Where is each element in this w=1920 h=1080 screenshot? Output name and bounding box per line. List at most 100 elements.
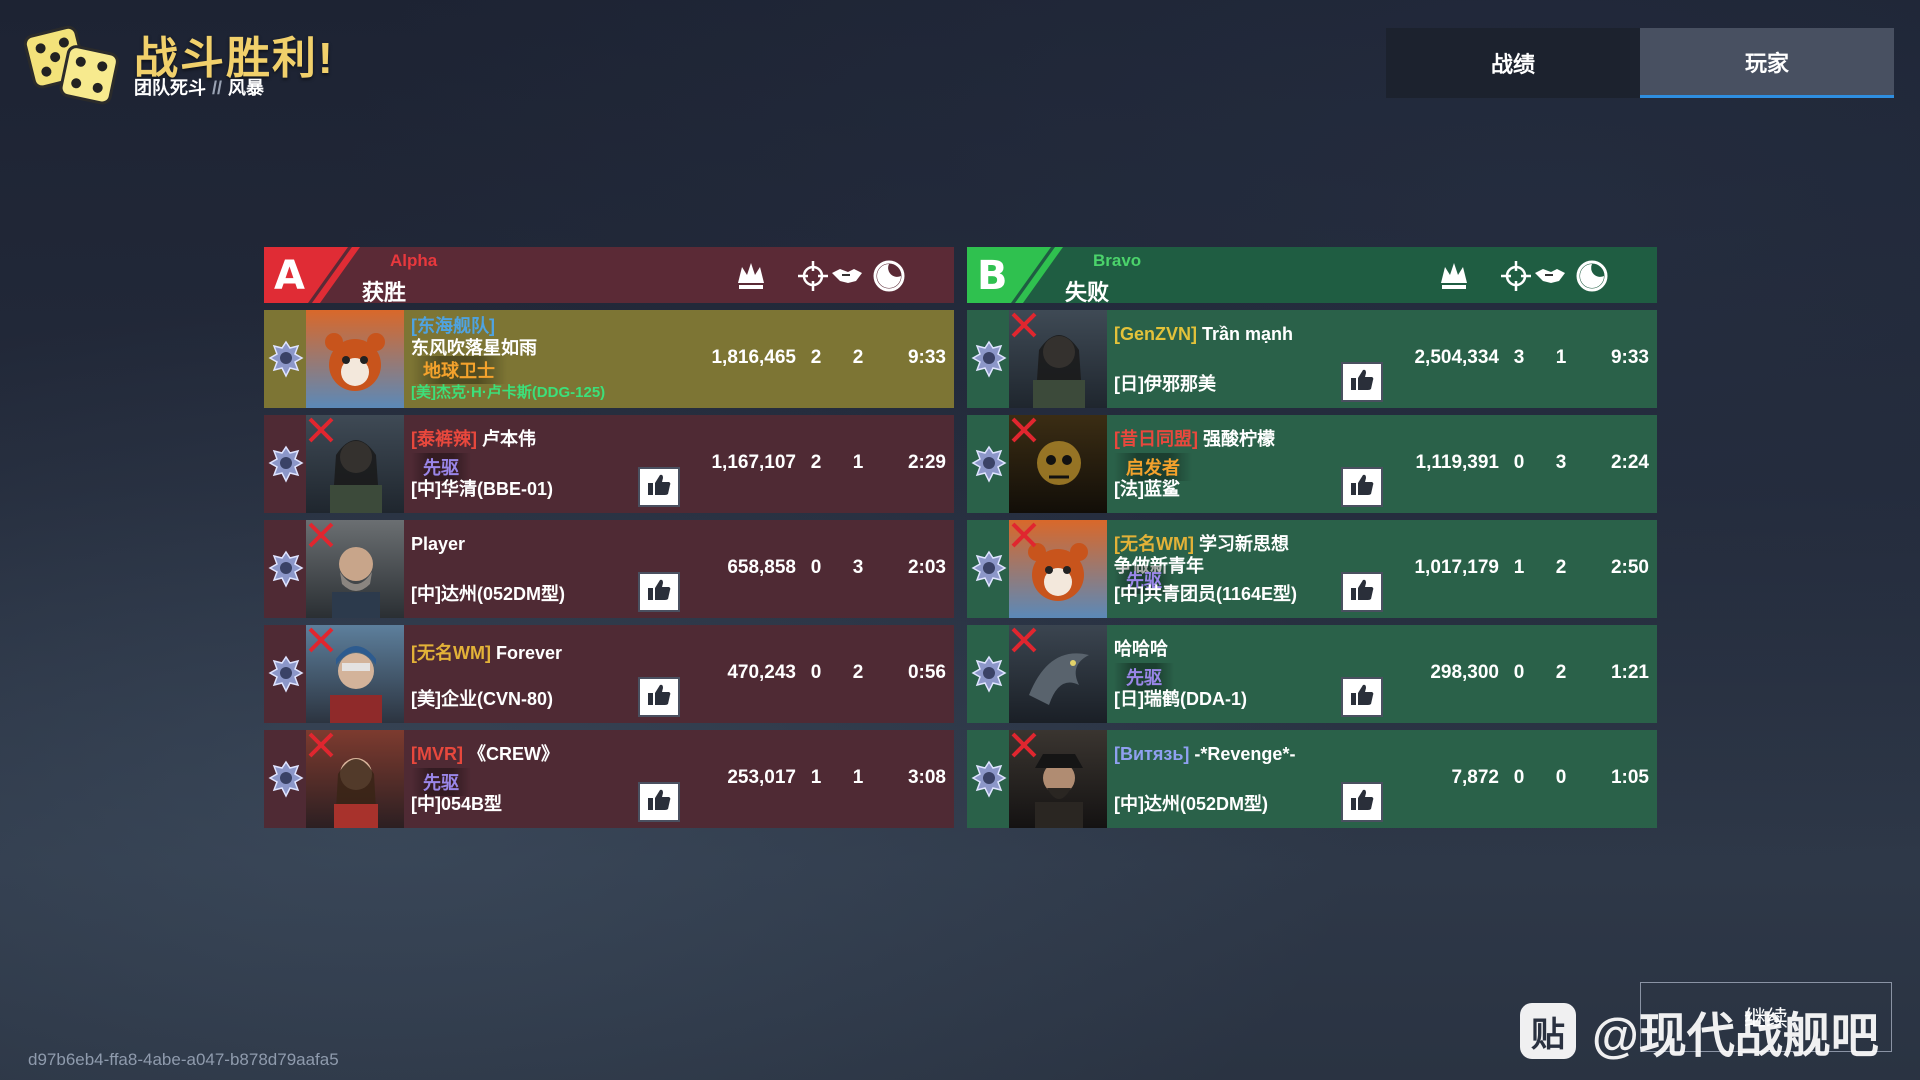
player-name: Player xyxy=(411,534,466,554)
team-alpha-panel: A Alpha 获胜 [东海舰队] 东风吹落星如雨 地球卫士 [美]杰克·H·卢卡斯(… xyxy=(264,247,954,828)
ship-name: [中]达州(052DM型) xyxy=(411,584,566,604)
ship-name: [美]杰克·H·卢卡斯(DDG-125) xyxy=(411,384,606,401)
assists-value: 2 xyxy=(852,662,864,683)
survival-time-value: 3:08 xyxy=(907,767,946,788)
survival-time-value: 9:33 xyxy=(907,347,946,368)
time-icon xyxy=(1575,259,1609,293)
tab-players[interactable]: 玩家 xyxy=(1640,28,1894,98)
stat-icons xyxy=(1427,247,1657,303)
assists-value: 1 xyxy=(852,452,864,473)
thumbs-up-icon xyxy=(1349,367,1375,398)
thumbs-up-icon xyxy=(646,682,672,713)
ship-name: [中]共青团员(1164E型) xyxy=(1114,584,1298,604)
player-stats: 298,300 0 2 1:21 xyxy=(1389,625,1657,723)
player-stats: 658,858 0 3 2:03 xyxy=(686,520,954,618)
destroyed-icon xyxy=(306,520,336,550)
player-name-line: [Витязь] -*Revenge*- xyxy=(1114,744,1295,765)
player-info: [无名WM] Forever [美]企业(CVN-80) xyxy=(404,625,686,723)
game-mode: 团队死斗 xyxy=(134,78,206,98)
player-info: [无名WM] 学习新思想争做新青年先驱[中]共青团员(1164E型) xyxy=(1107,520,1389,618)
player-row: [无名WM] Forever [美]企业(CVN-80) 470,243 0 2 0:56 xyxy=(264,625,954,723)
player-row: [MVR] 《CREW》 先驱 [中]054B型 253,017 1 1 3:08 xyxy=(264,730,954,828)
player-avatar[interactable] xyxy=(1009,415,1107,513)
player-name: Trần mạnh xyxy=(1202,324,1294,344)
player-info: [东海舰队] 东风吹落星如雨 地球卫士 [美]杰克·H·卢卡斯(DDG-125) xyxy=(404,310,686,408)
player-stats: 1,119,391 0 3 2:24 xyxy=(1389,415,1657,513)
kills-value: 2 xyxy=(810,452,822,473)
player-name: 学习新思想 xyxy=(1199,534,1289,554)
player-avatar[interactable] xyxy=(306,415,404,513)
rank-icon xyxy=(967,310,1009,408)
assists-value: 2 xyxy=(852,347,864,368)
player-name: 哈哈哈 xyxy=(1114,639,1168,659)
like-button[interactable] xyxy=(638,677,680,717)
result-tabs: 战绩 玩家 xyxy=(1386,28,1894,98)
team-bravo-header: B Bravo 失败 xyxy=(967,247,1657,305)
like-button[interactable] xyxy=(1341,362,1383,402)
assists-value: 3 xyxy=(1555,452,1567,473)
thumbs-up-icon xyxy=(1349,787,1375,818)
player-name: 《CREW》 xyxy=(468,744,560,764)
rank-icon xyxy=(967,520,1009,618)
clan-tag: [无名WM] xyxy=(411,643,491,663)
player-stats: 470,243 0 2 0:56 xyxy=(686,625,954,723)
player-list: [GenZVN] Trần mạnh [日]伊邪那美 2,504,334 3 1 9:33… xyxy=(967,310,1657,828)
score-value: 1,167,107 xyxy=(711,452,796,473)
assists-icon xyxy=(1533,259,1567,293)
like-button[interactable] xyxy=(1341,677,1383,717)
player-stats: 1,017,179 1 2 2:50 xyxy=(1389,520,1657,618)
rank-icon xyxy=(264,730,306,828)
player-row: Player [中]达州(052DM型) 658,858 0 3 2:03 xyxy=(264,520,954,618)
kills-value: 1 xyxy=(810,767,822,788)
player-avatar[interactable] xyxy=(306,625,404,723)
destroyed-icon xyxy=(306,730,336,760)
player-name: -*Revenge*- xyxy=(1194,744,1296,764)
team-badge-alpha xyxy=(264,247,360,303)
assists-icon xyxy=(830,259,864,293)
player-title-badge: 地球卫士 xyxy=(411,356,507,384)
team-badge-bravo xyxy=(967,247,1063,303)
tieba-icon: 贴 xyxy=(1520,1003,1576,1059)
like-button[interactable] xyxy=(1341,572,1383,612)
survival-time-value: 2:29 xyxy=(907,452,946,473)
destroyed-icon xyxy=(1009,520,1039,550)
ship-name: [法]蓝鲨 xyxy=(1114,479,1180,499)
rank-icon xyxy=(264,415,306,513)
player-avatar[interactable] xyxy=(306,310,404,408)
kills-value: 3 xyxy=(1513,347,1525,368)
thumbs-up-icon xyxy=(646,577,672,608)
like-button[interactable] xyxy=(1341,782,1383,822)
score-value: 1,816,465 xyxy=(711,347,796,368)
player-avatar[interactable] xyxy=(1009,520,1107,618)
player-avatar[interactable] xyxy=(306,730,404,828)
player-name-line: [GenZVN] Trần mạnh xyxy=(1114,324,1293,345)
player-row: [无名WM] 学习新思想争做新青年先驱[中]共青团员(1164E型)1,017,… xyxy=(967,520,1657,618)
dice-logo-icon xyxy=(24,25,119,105)
player-row: [东海舰队] 东风吹落星如雨 地球卫士 [美]杰克·H·卢卡斯(DDG-125) 1,8… xyxy=(264,310,954,408)
ship-name: [日]瑞鹤(DDA-1) xyxy=(1114,689,1247,709)
player-avatar[interactable] xyxy=(1009,625,1107,723)
like-button[interactable] xyxy=(1341,467,1383,507)
score-icon xyxy=(734,259,768,293)
player-avatar[interactable] xyxy=(1009,730,1107,828)
destroyed-icon xyxy=(306,625,336,655)
survival-time-value: 1:05 xyxy=(1610,767,1649,788)
assists-value: 0 xyxy=(1555,767,1567,788)
player-avatar[interactable] xyxy=(1009,310,1107,408)
like-button[interactable] xyxy=(638,467,680,507)
kills-icon xyxy=(1499,259,1533,293)
score-value: 1,119,391 xyxy=(1415,452,1499,473)
like-button[interactable] xyxy=(638,572,680,612)
map-name: 风暴 xyxy=(228,78,265,98)
kills-value: 0 xyxy=(1513,662,1525,683)
destroyed-icon xyxy=(306,415,336,445)
destroyed-icon xyxy=(1009,730,1039,760)
tab-record[interactable]: 战绩 xyxy=(1386,28,1640,98)
player-avatar[interactable] xyxy=(306,520,404,618)
survival-time-value: 2:24 xyxy=(1610,452,1649,473)
like-button[interactable] xyxy=(638,782,680,822)
player-stats: 1,816,465 2 2 9:33 xyxy=(686,310,954,408)
assists-value: 3 xyxy=(852,557,864,578)
thumbs-up-icon xyxy=(1349,472,1375,503)
team-result: 失败 xyxy=(1065,280,1110,305)
